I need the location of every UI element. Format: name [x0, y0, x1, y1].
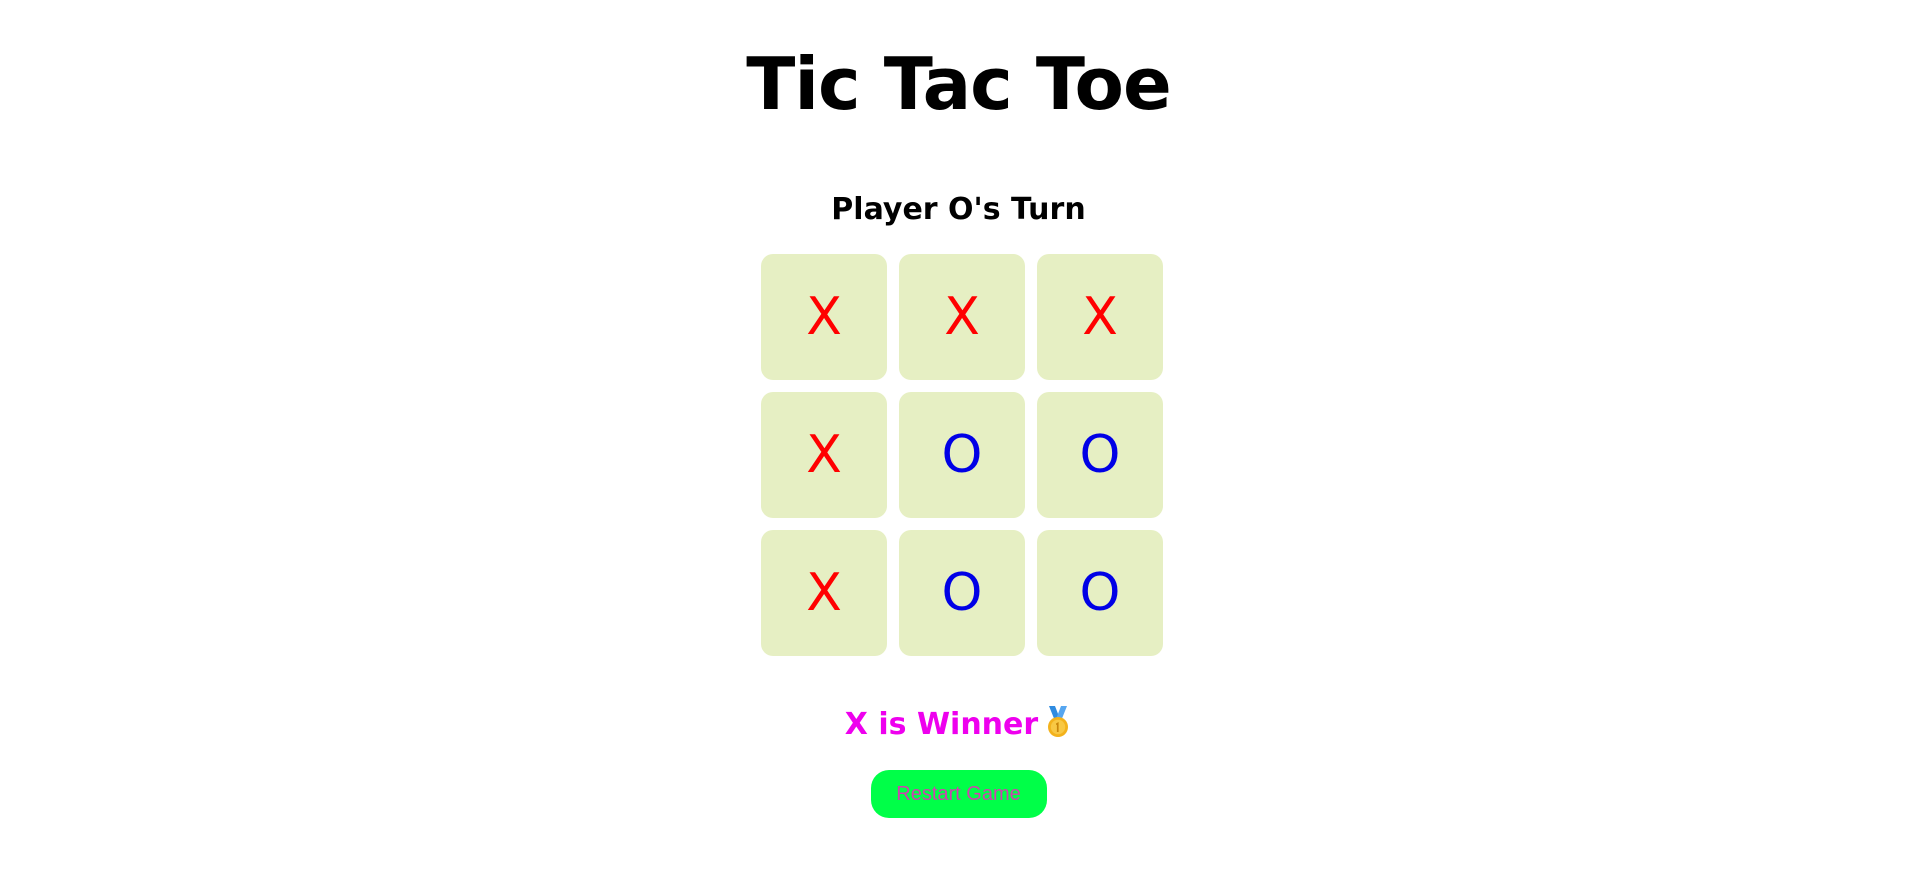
turn-indicator: Player O's Turn	[831, 192, 1086, 227]
cell-mark: O	[1079, 425, 1121, 485]
winner-text: X is Winner	[844, 707, 1039, 742]
cell-mark: O	[941, 563, 983, 623]
board-cell[interactable]: X	[761, 254, 887, 380]
board-cell[interactable]: O	[899, 530, 1025, 656]
winner-message: X is Winner	[0, 705, 1917, 749]
page-title: Tic Tac Toe	[746, 42, 1172, 126]
cell-mark: X	[806, 425, 842, 485]
board-cell[interactable]: O	[1037, 392, 1163, 518]
board-cell[interactable]: O	[899, 392, 1025, 518]
restart-button[interactable]: Restart Game	[870, 770, 1047, 818]
board-cell[interactable]: X	[1037, 254, 1163, 380]
medal-icon	[1044, 706, 1072, 749]
board-cell[interactable]: X	[761, 392, 887, 518]
board-cell[interactable]: X	[899, 254, 1025, 380]
cell-mark: X	[806, 563, 842, 623]
game-board: X X X X O O X O O	[761, 254, 1165, 658]
restart-container: Restart Game	[0, 770, 1917, 818]
board-cell[interactable]: O	[1037, 530, 1163, 656]
cell-mark: X	[944, 287, 980, 347]
board-cell[interactable]: X	[761, 530, 887, 656]
cell-mark: X	[806, 287, 842, 347]
cell-mark: O	[1079, 563, 1121, 623]
cell-mark: O	[941, 425, 983, 485]
cell-mark: X	[1082, 287, 1118, 347]
